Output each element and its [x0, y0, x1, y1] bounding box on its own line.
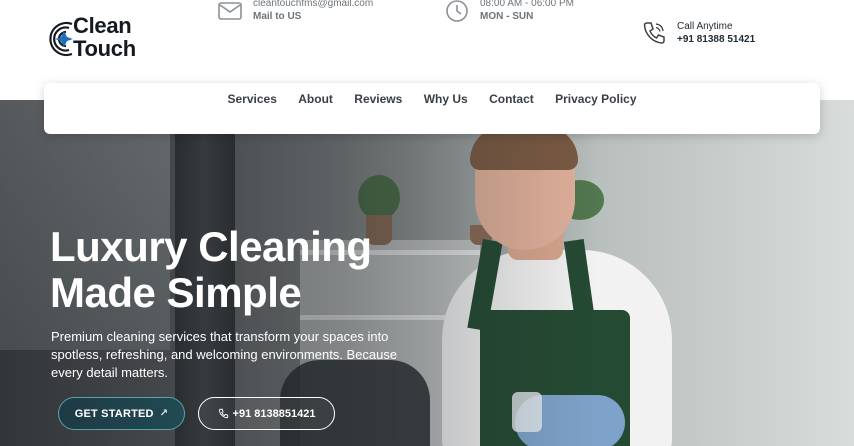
clock-icon	[446, 0, 468, 22]
main-navigation: Services About Reviews Why Us Contact Pr…	[44, 83, 820, 134]
email-label: Mail to US	[253, 11, 302, 22]
arrow-up-right-icon: ↗	[159, 408, 169, 419]
hero-section: Luxury Cleaning Made Simple Premium clea…	[0, 100, 854, 446]
hours-days: MON - SUN	[480, 11, 534, 22]
nav-item-about[interactable]: About	[298, 92, 333, 106]
hero-title: Luxury Cleaning Made Simple	[50, 223, 372, 316]
nav-item-services[interactable]: Services	[227, 92, 276, 106]
email-contact[interactable]: cleantouchfms@gmail.com Mail to US	[217, 0, 373, 24]
get-started-button[interactable]: GET STARTED ↗	[58, 397, 185, 430]
mail-icon	[218, 2, 242, 20]
hero-subtitle: Premium cleaning services that transform…	[51, 329, 398, 380]
nav-item-contact[interactable]: Contact	[489, 92, 534, 106]
call-button-label: +91 8138851421	[232, 407, 316, 420]
phone-label: Call Anytime	[677, 21, 733, 32]
phone-contact[interactable]: Call Anytime +91 81388 51421	[641, 20, 755, 47]
email-address[interactable]: cleantouchfms@gmail.com	[253, 0, 373, 10]
logo[interactable]: Clean Touch	[42, 14, 142, 64]
phone-icon	[643, 22, 665, 44]
phone-number[interactable]: +91 81388 51421	[677, 33, 755, 47]
nav-menu: Services About Reviews Why Us Contact Pr…	[44, 92, 820, 106]
hours-time: 08:00 AM - 06:00 PM	[480, 0, 574, 9]
nav-item-why-us[interactable]: Why Us	[424, 92, 468, 106]
logo-text-line2: Touch	[73, 36, 136, 61]
nav-item-reviews[interactable]: Reviews	[354, 92, 402, 106]
phone-icon	[218, 408, 228, 419]
nav-item-privacy-policy[interactable]: Privacy Policy	[555, 92, 636, 106]
hours-info: 08:00 AM - 06:00 PM MON - SUN	[444, 0, 574, 24]
call-button[interactable]: +91 8138851421	[198, 397, 335, 430]
logo-text-line1: Clean	[73, 13, 132, 38]
get-started-label: GET STARTED	[74, 407, 154, 420]
